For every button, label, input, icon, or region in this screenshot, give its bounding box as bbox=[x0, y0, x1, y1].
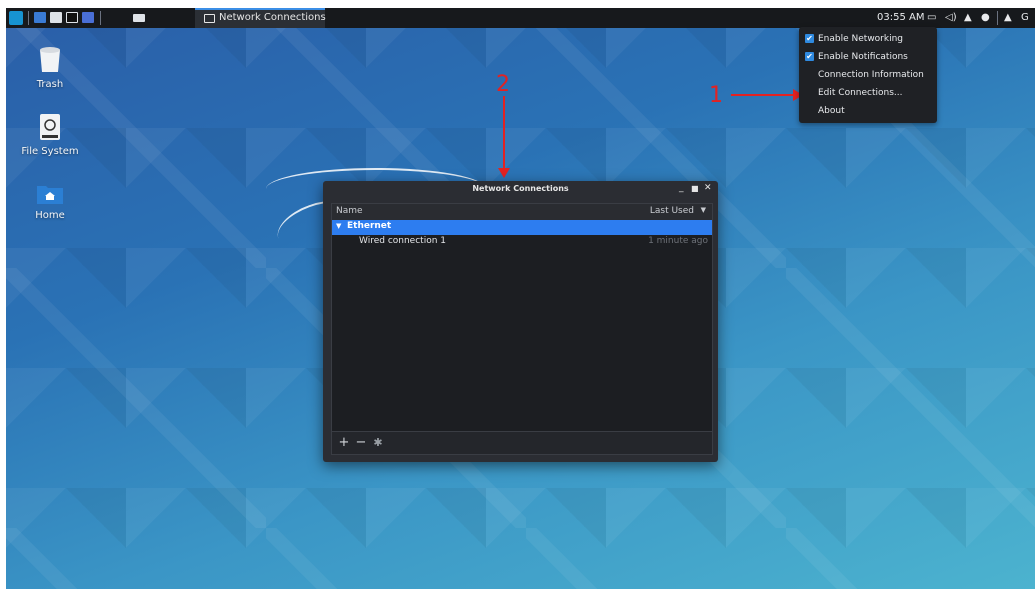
minimize-icon[interactable]: _ bbox=[679, 183, 684, 193]
connection-name: Wired connection 1 bbox=[359, 236, 446, 246]
kali-menu-button[interactable] bbox=[9, 11, 23, 25]
expand-arrow-icon[interactable]: ▼ bbox=[336, 222, 341, 230]
clock[interactable]: 03:55 AM bbox=[877, 12, 924, 23]
show-desktop-icon[interactable] bbox=[34, 12, 46, 23]
menu-item-about[interactable]: About bbox=[799, 103, 937, 121]
annotation-number-2: 2 bbox=[496, 72, 510, 97]
taskbar: Network Connections 03:55 AM ▭ ◁) ▲ ● ▲ … bbox=[6, 8, 1035, 28]
column-header-row: Name Last Used ▼ bbox=[332, 204, 712, 220]
lock-icon[interactable]: ▲ bbox=[1004, 12, 1012, 23]
app-launcher-icon[interactable] bbox=[82, 12, 94, 23]
taskbar-separator bbox=[997, 11, 998, 25]
network-applet-menu: ✔ Enable Networking ✔ Enable Notificatio… bbox=[799, 27, 937, 123]
workspace-switcher-icon[interactable] bbox=[133, 14, 145, 22]
desktop-icon-trash[interactable]: Trash bbox=[20, 44, 80, 90]
connections-list[interactable]: Name Last Used ▼ ▼ Ethernet Wired connec… bbox=[331, 203, 713, 432]
desktop-icon-label: Home bbox=[35, 210, 65, 221]
taskbar-item-label: Network Connections bbox=[219, 12, 326, 23]
desktop-icon-home[interactable]: Home bbox=[20, 183, 80, 221]
menu-item-enable-networking[interactable]: ✔ Enable Networking bbox=[799, 31, 937, 49]
annotation-arrow-2-line bbox=[503, 96, 505, 172]
menu-item-edit-connections[interactable]: Edit Connections... bbox=[799, 85, 937, 103]
file-manager-icon[interactable] bbox=[50, 12, 62, 23]
annotation-number-1: 1 bbox=[709, 83, 723, 108]
desktop: Network Connections 03:55 AM ▭ ◁) ▲ ● ▲ … bbox=[6, 8, 1035, 589]
annotation-arrow-1-line bbox=[731, 94, 797, 96]
settings-gear-icon[interactable]: ✱ bbox=[370, 435, 386, 451]
menu-item-label: Edit Connections... bbox=[818, 88, 903, 98]
column-header-name[interactable]: Name bbox=[336, 206, 363, 216]
trash-icon bbox=[40, 47, 60, 72]
taskbar-item-network-connections[interactable]: Network Connections bbox=[195, 8, 326, 28]
connection-row[interactable]: Wired connection 1 1 minute ago bbox=[332, 235, 712, 250]
network-tray-icon[interactable]: ▭ bbox=[927, 12, 936, 23]
checkbox-checked-icon[interactable]: ✔ bbox=[805, 34, 814, 43]
taskbar-separator bbox=[100, 11, 101, 25]
volume-icon[interactable]: ◁) bbox=[945, 12, 957, 23]
group-row-ethernet[interactable]: ▼ Ethernet bbox=[332, 220, 712, 235]
checkbox-checked-icon[interactable]: ✔ bbox=[805, 52, 814, 61]
drive-icon bbox=[40, 114, 60, 140]
window-title: Network Connections bbox=[472, 184, 569, 193]
network-connections-window: Network Connections _ ■ ✕ Name Last Used… bbox=[323, 181, 718, 462]
column-header-last-used[interactable]: Last Used bbox=[650, 206, 694, 216]
menu-item-label: About bbox=[818, 106, 845, 116]
desktop-icon-label: File System bbox=[21, 146, 79, 157]
notification-bell-icon[interactable]: ▲ bbox=[964, 12, 972, 23]
user-menu-initial[interactable]: G bbox=[1021, 12, 1029, 23]
home-folder-icon bbox=[37, 186, 63, 204]
add-connection-button[interactable]: + bbox=[336, 435, 352, 451]
annotation-arrow-2-head bbox=[498, 168, 510, 178]
connection-last-used: 1 minute ago bbox=[648, 236, 708, 246]
close-icon[interactable]: ✕ bbox=[704, 183, 712, 193]
menu-item-label: Enable Notifications bbox=[818, 52, 908, 62]
menu-item-connection-information[interactable]: Connection Information bbox=[799, 67, 937, 85]
menu-item-enable-notifications[interactable]: ✔ Enable Notifications bbox=[799, 49, 937, 67]
desktop-icon-label: Trash bbox=[36, 79, 64, 90]
taskbar-separator bbox=[28, 11, 29, 25]
desktop-icon-file-system[interactable]: File System bbox=[20, 113, 80, 157]
group-label: Ethernet bbox=[347, 221, 392, 231]
sort-desc-icon: ▼ bbox=[700, 206, 706, 214]
connections-toolbar: + − ✱ bbox=[331, 432, 713, 455]
window-icon bbox=[204, 14, 215, 23]
remove-connection-button[interactable]: − bbox=[353, 435, 369, 451]
menu-item-label: Connection Information bbox=[818, 70, 924, 80]
terminal-icon[interactable] bbox=[66, 12, 78, 23]
maximize-icon[interactable]: ■ bbox=[691, 184, 699, 193]
menu-item-label: Enable Networking bbox=[818, 34, 904, 44]
power-icon[interactable]: ● bbox=[981, 12, 990, 23]
